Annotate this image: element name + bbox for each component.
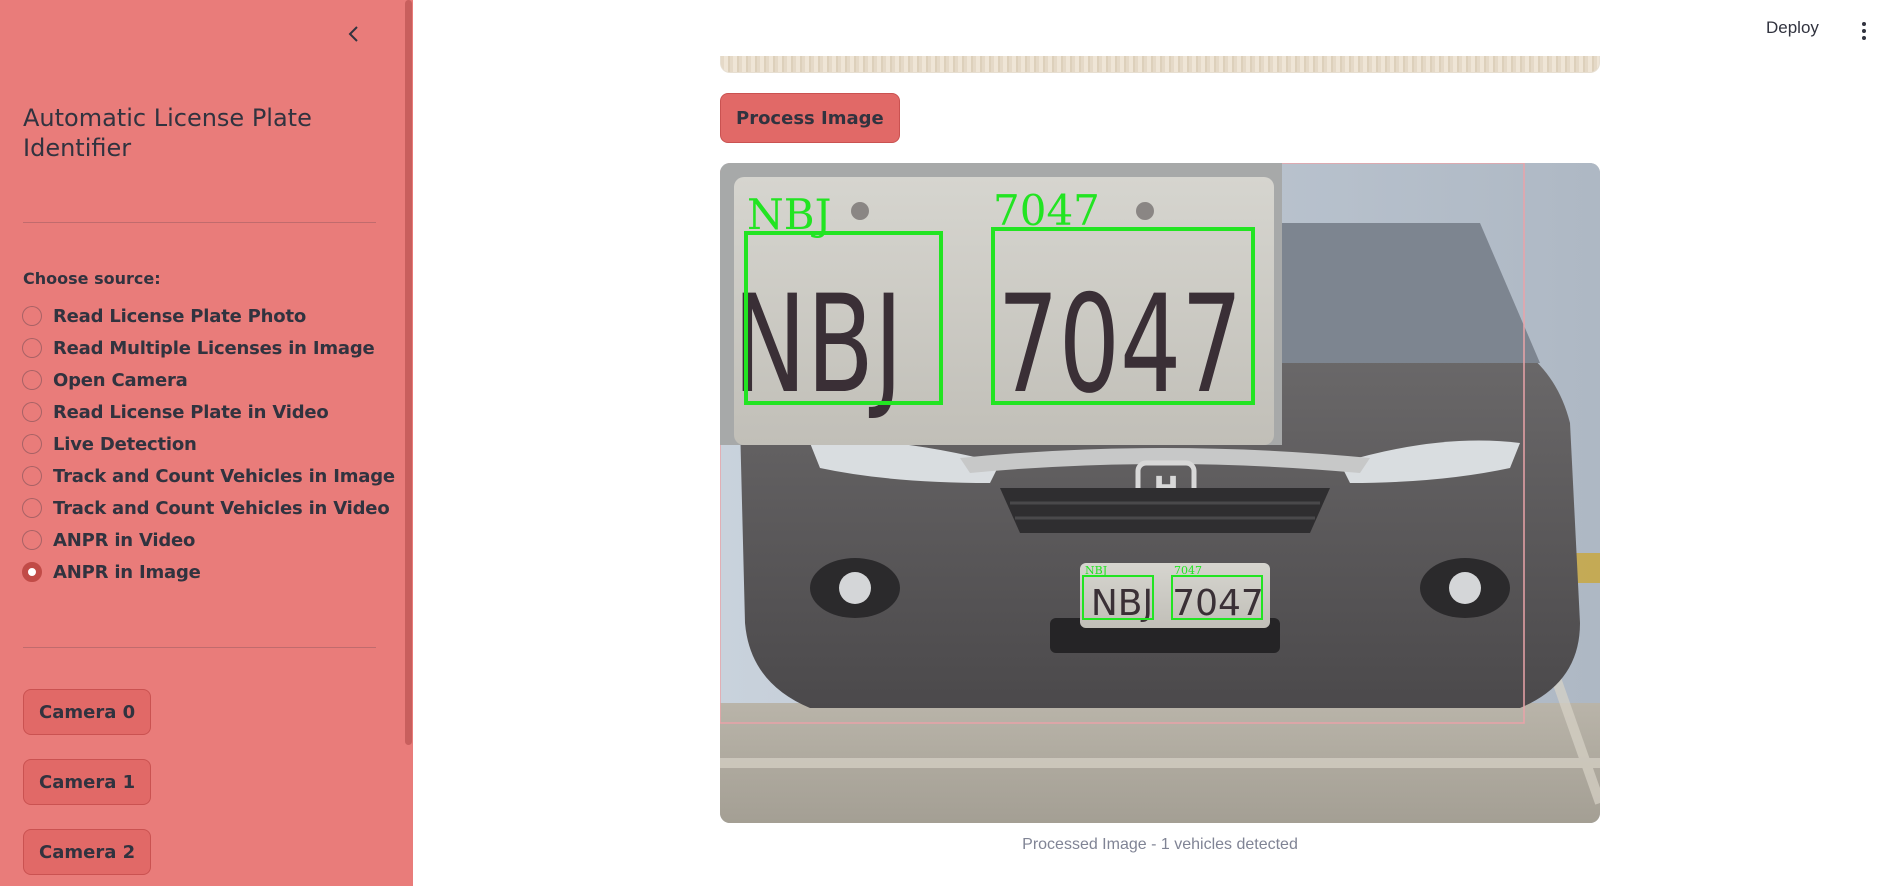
uploaded-image-preview-bottom [720,56,1600,73]
zoom-box-label-left: NBJ [747,190,831,239]
sidebar-scrollbar[interactable] [405,0,412,745]
radio-circle[interactable] [22,338,42,358]
deploy-button[interactable]: Deploy [1766,18,1819,38]
radio-option-read-license-plate-video[interactable]: Read License Plate in Video [22,396,395,428]
radio-option-label: Open Camera [53,369,188,391]
radio-option-anpr-image[interactable]: ANPR in Image [22,556,395,588]
process-image-button[interactable]: Process Image [720,93,900,143]
radio-circle[interactable] [22,466,42,486]
radio-circle[interactable] [22,402,42,422]
collapse-sidebar-button[interactable] [340,20,368,48]
radio-option-label: Track and Count Vehicles in Video [53,497,390,519]
zoomed-plate-right-text: 7047 [998,266,1243,423]
source-radio-label: Choose source: [23,269,161,288]
small-plate-left-text: NBJ [1091,583,1153,624]
radio-option-open-camera[interactable]: Open Camera [22,364,395,396]
zoomed-plate-left-text: NBJ [733,266,903,423]
camera-0-button[interactable]: Camera 0 [23,689,152,735]
app-title: Automatic License Plate Identifier [23,104,312,162]
radio-option-label: ANPR in Video [53,529,196,551]
radio-option-label: Track and Count Vehicles in Image [53,465,395,487]
radio-option-label: ANPR in Image [53,561,201,583]
radio-option-anpr-video[interactable]: ANPR in Video [22,524,395,556]
radio-option-read-license-plate-photo[interactable]: Read License Plate Photo [22,300,395,332]
radio-circle[interactable] [22,434,42,454]
chevron-left-icon [348,26,358,42]
sidebar-divider [23,647,376,648]
radio-circle[interactable] [22,498,42,518]
small-box-label-left: NBJ [1085,564,1107,577]
source-radio-group: Read License Plate Photo Read Multiple L… [22,300,395,588]
radio-option-label: Read Multiple Licenses in Image [53,337,375,359]
small-box-label-right: 7047 [1174,564,1202,577]
radio-option-label: Read License Plate Photo [53,305,307,327]
radio-circle[interactable] [22,306,42,326]
sidebar: Automatic License Plate Identifier Choos… [0,0,413,886]
processed-image-canvas: H NBJ 7047 NBJ 7047 NBJ 7047 NBJ [720,163,1600,823]
camera-2-button[interactable]: Camera 2 [23,829,152,875]
zoom-box-label-right: 7047 [993,186,1100,235]
small-plate-right-text: 7047 [1172,583,1264,624]
radio-option-track-count-image[interactable]: Track and Count Vehicles in Image [22,460,395,492]
radio-option-live-detection[interactable]: Live Detection [22,428,395,460]
radio-option-read-multiple-licenses[interactable]: Read Multiple Licenses in Image [22,332,395,364]
processed-image: H NBJ 7047 NBJ 7047 NBJ 7047 NBJ [720,163,1600,823]
radio-option-track-count-video[interactable]: Track and Count Vehicles in Video [22,492,395,524]
radio-circle-selected[interactable] [22,562,42,582]
radio-circle[interactable] [22,370,42,390]
main-menu-icon[interactable] [1858,20,1870,42]
image-caption: Processed Image - 1 vehicles detected [1022,836,1298,853]
radio-circle[interactable] [22,530,42,550]
camera-1-button[interactable]: Camera 1 [23,759,152,805]
radio-option-label: Live Detection [53,433,197,455]
sidebar-divider [23,222,376,223]
radio-option-label: Read License Plate in Video [53,401,329,423]
